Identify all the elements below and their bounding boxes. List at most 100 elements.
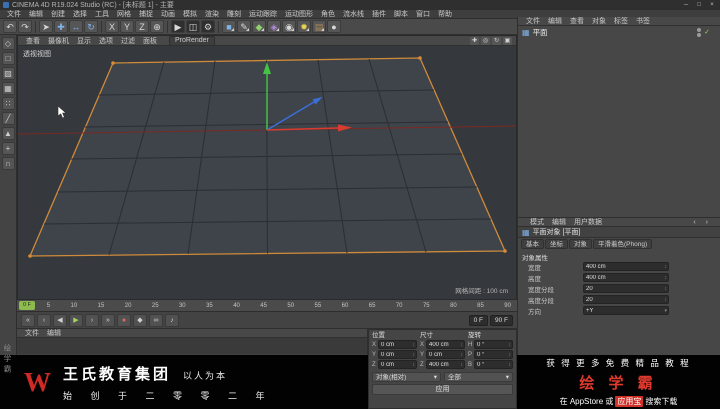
- spline-pen-icon[interactable]: ✎: [237, 20, 251, 33]
- menu-item[interactable]: 选择: [69, 10, 91, 18]
- history-back-icon[interactable]: ‹: [689, 218, 699, 226]
- stepper-icon[interactable]: ↕: [413, 342, 416, 348]
- axis-mode-icon[interactable]: +: [1, 142, 15, 155]
- menu-item[interactable]: 角色: [317, 10, 339, 18]
- points-mode-icon[interactable]: ∷: [1, 97, 15, 110]
- attribute-input[interactable]: 20 ↕: [583, 295, 669, 304]
- cube-primitive-icon[interactable]: ■: [222, 20, 236, 33]
- material-menu-item[interactable]: 编辑: [43, 329, 65, 337]
- viewport-menu-item[interactable]: 查看: [22, 36, 44, 46]
- attribute-input[interactable]: 400 cm ↕: [583, 273, 669, 282]
- stepper-icon[interactable]: ↕: [509, 342, 512, 348]
- redo-icon[interactable]: ↷: [18, 20, 32, 33]
- stepper-icon[interactable]: ↕: [413, 362, 416, 368]
- snap-icon[interactable]: ∩: [1, 157, 15, 170]
- menu-item[interactable]: 帮助: [434, 10, 456, 18]
- menu-item[interactable]: 运动跟踪: [245, 10, 281, 18]
- attribute-tab[interactable]: 基本: [521, 239, 544, 249]
- workplane-mode-icon[interactable]: ▦: [1, 82, 15, 95]
- texture-mode-icon[interactable]: ▨: [1, 67, 15, 80]
- viewport-menu-item[interactable]: 面板: [139, 36, 161, 46]
- coordinate-input[interactable]: 0 ° ↕: [474, 350, 513, 359]
- visibility-dots-icon[interactable]: [697, 27, 702, 37]
- material-menu-item[interactable]: 文件: [21, 329, 43, 337]
- viewport-menu-item[interactable]: 显示: [73, 36, 95, 46]
- goto-start-button[interactable]: «: [21, 313, 35, 327]
- menu-item[interactable]: 模拟: [179, 10, 201, 18]
- make-editable-icon[interactable]: ◇: [1, 37, 15, 50]
- next-frame-button[interactable]: ›: [85, 313, 99, 327]
- render-picture-icon[interactable]: ◫: [186, 20, 200, 33]
- coordinate-input[interactable]: 400 cm ↕: [426, 340, 465, 349]
- polygons-mode-icon[interactable]: ▲: [1, 127, 15, 140]
- deformer-icon[interactable]: ◈: [267, 20, 281, 33]
- record-button[interactable]: ●: [117, 313, 131, 327]
- coordinate-input[interactable]: 0 cm ↕: [378, 340, 417, 349]
- attribute-tab[interactable]: 坐标: [545, 239, 568, 249]
- stepper-icon[interactable]: ↕: [413, 352, 416, 358]
- attribute-input[interactable]: 400 cm ↕: [583, 262, 669, 271]
- scale-tool-icon[interactable]: ↔: [69, 20, 83, 33]
- menu-item[interactable]: 文件: [3, 10, 25, 18]
- enabled-check-icon[interactable]: ✓: [704, 28, 710, 36]
- keyframe-button[interactable]: ◆: [133, 313, 147, 327]
- viewport-menu-item[interactable]: 选项: [95, 36, 117, 46]
- coordinate-input[interactable]: 0 cm ↕: [426, 350, 465, 359]
- render-view-icon[interactable]: ▶: [171, 20, 185, 33]
- menu-item[interactable]: 捕捉: [135, 10, 157, 18]
- edges-mode-icon[interactable]: ╱: [1, 112, 15, 125]
- coord-scope-dropdown[interactable]: 全部 ▾: [444, 372, 513, 382]
- attribute-menu-item[interactable]: 模式: [526, 218, 548, 226]
- timeline-ruler[interactable]: 0 F 051015202530354045505560657075808590: [17, 300, 517, 312]
- coordinate-input[interactable]: 0 cm ↕: [378, 350, 417, 359]
- menu-item[interactable]: 动画: [157, 10, 179, 18]
- coord-mode-dropdown[interactable]: 对象(相对) ▾: [372, 372, 441, 382]
- menu-item[interactable]: 插件: [368, 10, 390, 18]
- end-frame-field[interactable]: 90 F: [489, 314, 513, 326]
- material-icon[interactable]: ●: [327, 20, 341, 33]
- rotate-view-icon[interactable]: ↻: [492, 36, 501, 45]
- zoom-view-icon[interactable]: ◎: [481, 36, 490, 45]
- stepper-icon[interactable]: ↕: [509, 362, 512, 368]
- model-mode-icon[interactable]: □: [1, 52, 15, 65]
- attribute-menu-item[interactable]: 编辑: [548, 218, 570, 226]
- generator-icon[interactable]: ◆: [252, 20, 266, 33]
- light-icon[interactable]: ✹: [297, 20, 311, 33]
- history-forward-icon[interactable]: ›: [702, 218, 712, 226]
- menu-item[interactable]: 流水线: [339, 10, 368, 18]
- menu-item[interactable]: 雕刻: [223, 10, 245, 18]
- stepper-icon[interactable]: ↕: [461, 352, 464, 358]
- goto-end-button[interactable]: »: [101, 313, 115, 327]
- menu-item[interactable]: 创建: [47, 10, 69, 18]
- move-tool-icon[interactable]: ✚: [54, 20, 68, 33]
- camera-icon[interactable]: ◉: [282, 20, 296, 33]
- coordinate-input[interactable]: 0 ° ↕: [474, 360, 513, 369]
- coordinate-input[interactable]: 0 ° ↕: [474, 340, 513, 349]
- environment-icon[interactable]: ▤: [312, 20, 326, 33]
- object-manager-menu-item[interactable]: 编辑: [544, 17, 566, 25]
- minimize-button[interactable]: ─: [681, 0, 691, 10]
- maximize-button[interactable]: □: [694, 0, 704, 10]
- stepper-icon[interactable]: ↕: [461, 362, 464, 368]
- start-frame-field[interactable]: 0 F: [468, 314, 488, 326]
- coordinate-input[interactable]: 0 cm ↕: [378, 360, 417, 369]
- close-button[interactable]: ×: [707, 0, 717, 10]
- menu-item[interactable]: 编辑: [25, 10, 47, 18]
- attribute-section-header[interactable]: 对象属性: [518, 250, 720, 262]
- live-selection-icon[interactable]: ➤: [39, 20, 53, 33]
- object-row-plane[interactable]: ▦ 平面 ✓: [518, 26, 720, 38]
- object-manager-menu-item[interactable]: 查看: [566, 17, 588, 25]
- menu-item[interactable]: 窗口: [412, 10, 434, 18]
- menu-item[interactable]: 脚本: [390, 10, 412, 18]
- play-button[interactable]: ▶: [69, 313, 83, 327]
- menu-item[interactable]: 运动图形: [281, 10, 317, 18]
- sound-button[interactable]: ♪: [165, 313, 179, 327]
- coordinate-input[interactable]: 400 cm ↕: [426, 360, 465, 369]
- stepper-icon[interactable]: ↕: [509, 352, 512, 358]
- z-axis-button[interactable]: Z: [135, 20, 149, 33]
- object-manager-menu-item[interactable]: 标签: [610, 17, 632, 25]
- object-manager-menu-item[interactable]: 对象: [588, 17, 610, 25]
- menu-item[interactable]: 网格: [113, 10, 135, 18]
- material-list[interactable]: [17, 338, 367, 354]
- viewport-menu-item[interactable]: 摄像机: [44, 36, 73, 46]
